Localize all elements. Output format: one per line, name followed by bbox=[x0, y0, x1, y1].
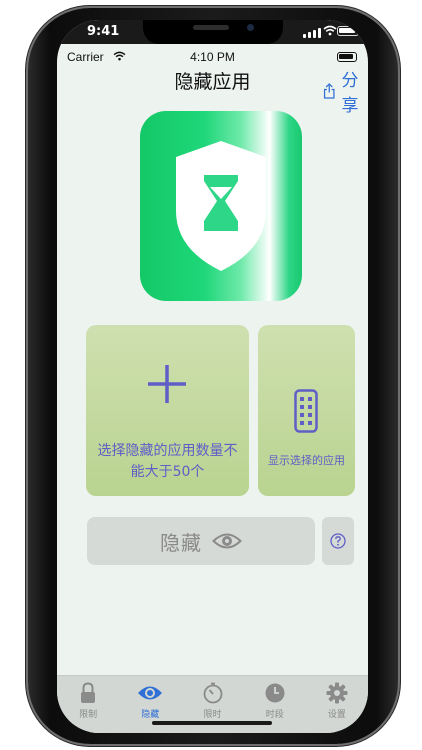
tab-label: 隐藏 bbox=[141, 710, 160, 720]
tab-label: 设置 bbox=[327, 710, 346, 720]
share-label: 分享 bbox=[341, 71, 359, 116]
lock-icon bbox=[81, 682, 96, 703]
select-apps-text: 选择隐藏的应用数量不能大于50个 bbox=[97, 443, 238, 480]
status-time: 4:10 PM bbox=[190, 50, 235, 64]
hide-button-label: 隐藏 bbox=[160, 530, 202, 555]
wifi-icon bbox=[323, 25, 337, 36]
show-selected-apps-text: 显示选择的应用 bbox=[268, 454, 345, 467]
eye-icon bbox=[212, 533, 242, 549]
hide-button[interactable]: 隐藏 bbox=[87, 517, 315, 565]
home-indicator bbox=[152, 721, 272, 725]
system-status-bar: 9:41 bbox=[57, 20, 368, 44]
tab-label: 限制 bbox=[79, 710, 98, 720]
speaker bbox=[193, 25, 229, 30]
battery-icon bbox=[337, 26, 359, 36]
tab-label: 限时 bbox=[203, 710, 222, 720]
battery-icon bbox=[337, 52, 357, 62]
plus-icon bbox=[148, 365, 186, 403]
app-status-bar: Carrier 4:10 PM bbox=[57, 44, 368, 66]
camera bbox=[247, 24, 254, 31]
shield-hourglass-icon bbox=[176, 141, 266, 271]
eye-icon bbox=[138, 686, 163, 700]
app-screen: 9:41 Carrier 4:10 PM 隐藏应用 分享 选择隐藏的应用数量不能… bbox=[57, 20, 368, 733]
tab-label: 时段 bbox=[265, 710, 284, 720]
select-apps-card[interactable]: 选择隐藏的应用数量不能大于50个 bbox=[86, 325, 249, 496]
gear-icon bbox=[326, 682, 348, 704]
tab-restrict[interactable]: 限制 bbox=[57, 676, 119, 733]
clock-icon bbox=[265, 683, 285, 703]
system-time: 9:41 bbox=[87, 24, 120, 39]
app-logo bbox=[140, 111, 302, 301]
show-selected-apps-card[interactable]: 显示选择的应用 bbox=[258, 325, 355, 496]
phone-grid-icon bbox=[294, 389, 318, 433]
help-button[interactable] bbox=[322, 517, 354, 565]
signal-icon bbox=[303, 28, 321, 38]
stopwatch-icon bbox=[203, 682, 222, 704]
notch bbox=[143, 20, 283, 44]
tab-settings[interactable]: 设置 bbox=[306, 676, 368, 733]
share-button[interactable]: 分享 bbox=[323, 66, 368, 116]
page-title: 隐藏应用 bbox=[174, 71, 251, 93]
share-icon bbox=[323, 83, 335, 99]
question-icon bbox=[330, 533, 346, 549]
